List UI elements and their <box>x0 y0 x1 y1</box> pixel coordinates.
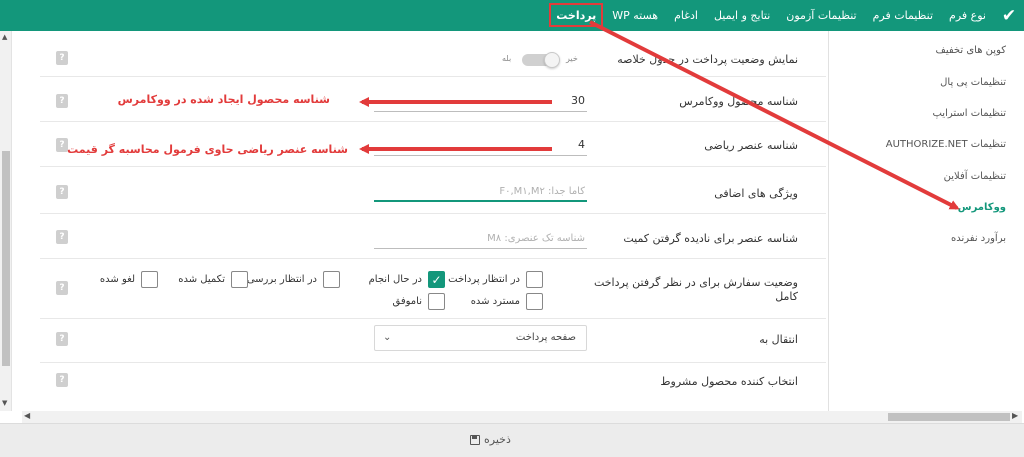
payment-sidebar: کوپن های تخفیف تنظیمات پی پال تنظیمات اس… <box>828 31 1024 411</box>
checkbox-checked[interactable]: ✓ <box>428 271 445 288</box>
tab-payment[interactable]: پرداخت <box>548 0 604 31</box>
tab-quiz-settings[interactable]: تنظیمات آزمون <box>778 0 864 31</box>
checkbox-label: لغو شده <box>99 274 135 285</box>
top-tab-bar: ✔ نوع فرم تنظیمات فرم تنظیمات آزمون نتای… <box>0 0 1024 31</box>
help-icon[interactable]: ? <box>56 185 68 199</box>
setting-row-order-status: وضعیت سفارش برای در نظر گرفتن پرداخت کام… <box>22 259 808 318</box>
footer-bar: ذخیره <box>0 423 1024 457</box>
tab-results-email[interactable]: نتایج و ایمیل <box>706 0 778 31</box>
check-icon[interactable]: ✔ <box>994 0 1024 31</box>
save-label: ذخیره <box>484 433 511 446</box>
checkbox-label: در انتظار بررسی <box>246 274 317 285</box>
checkbox[interactable] <box>141 271 158 288</box>
chevron-down-icon: ⌄ <box>383 332 392 343</box>
checkbox[interactable] <box>231 271 248 288</box>
checkbox[interactable] <box>428 293 445 310</box>
redirect-select[interactable]: صفحه پرداخت ⌄ <box>374 325 587 351</box>
status-option-cancelled[interactable]: لغو شده <box>100 271 158 288</box>
status-option-failed[interactable]: ناموفق <box>393 293 445 310</box>
status-option-processing[interactable]: ✓ در حال انجام <box>369 271 445 288</box>
select-value: صفحه پرداخت <box>515 332 576 343</box>
checkbox[interactable] <box>323 271 340 288</box>
tab-form-type[interactable]: نوع فرم <box>941 0 994 31</box>
setting-row-show-payment: نمایش وضعیت پرداخت در جدول خلاصه خیر بله… <box>22 31 808 76</box>
status-option-on-hold[interactable]: در انتظار بررسی <box>247 271 340 288</box>
sidebar-item-coupons[interactable]: کوپن های تخفیف <box>936 45 1007 56</box>
help-icon[interactable]: ? <box>56 51 68 65</box>
checkbox-label: تکمیل شده <box>178 274 225 285</box>
tab-integration[interactable]: ادغام <box>666 0 706 31</box>
setting-label: شناسه عنصر برای نادیده گرفتن کمیت <box>623 232 798 245</box>
sidebar-item-offline[interactable]: تنظیمات آفلاین <box>944 171 1006 182</box>
woocommerce-settings-panel: نمایش وضعیت پرداخت در جدول خلاصه خیر بله… <box>22 31 826 411</box>
setting-row-extra-attrs: ویژگی های اضافی کاما جدا: F۰,M۱,M۲ ? <box>22 167 808 213</box>
math-id-input[interactable]: 4 <box>374 134 587 156</box>
sidebar-item-estimate[interactable]: برآورد نفرنده <box>951 233 1006 244</box>
horizontal-scrollbar[interactable]: ◀ ▶ <box>22 411 1022 423</box>
checkbox[interactable] <box>526 271 543 288</box>
setting-label: نمایش وضعیت پرداخت در جدول خلاصه <box>617 53 798 66</box>
scroll-right-icon[interactable]: ▶ <box>1012 411 1018 420</box>
vertical-scroll-thumb[interactable] <box>2 151 10 366</box>
checkbox-label: در حال انجام <box>368 274 422 285</box>
sidebar-item-woocommerce[interactable]: ووکامرس <box>958 202 1006 213</box>
scroll-left-icon[interactable]: ◀ <box>24 411 30 420</box>
toggle-yes-label: بله <box>502 54 512 63</box>
checkbox-label: مسترد شده <box>470 296 520 307</box>
help-icon[interactable]: ? <box>56 373 68 387</box>
save-button[interactable]: ذخیره <box>470 433 511 446</box>
setting-label: شناسه محصول ووکامرس <box>679 95 798 108</box>
status-option-pending-payment[interactable]: در انتظار پرداخت <box>448 271 543 288</box>
annotation-product-note: شناسه محصول ایجاد شده در ووکامرس <box>117 93 330 106</box>
setting-label: انتقال به <box>759 333 798 346</box>
help-icon[interactable]: ? <box>56 94 68 108</box>
scroll-down-icon[interactable]: ▼ <box>2 399 7 407</box>
status-option-refunded[interactable]: مسترد شده <box>471 293 543 310</box>
checkbox-label: در انتظار پرداخت <box>448 274 520 285</box>
help-icon[interactable]: ? <box>56 332 68 346</box>
toggle-knob[interactable] <box>544 52 560 68</box>
help-icon[interactable]: ? <box>56 281 68 295</box>
horizontal-scroll-thumb[interactable] <box>888 413 1010 421</box>
setting-row-redirect: انتقال به صفحه پرداخت ⌄ ? <box>22 319 808 362</box>
setting-label-line: وضعیت سفارش برای در نظر گرفتن پرداخت <box>593 276 798 289</box>
checkbox[interactable] <box>526 293 543 310</box>
setting-row-ignore-qty: شناسه عنصر برای نادیده گرفتن کمیت شناسه … <box>22 214 808 258</box>
setting-row-conditional: انتخاب کننده محصول مشروط ? <box>22 363 808 403</box>
ignore-qty-input[interactable]: شناسه تک عنصری: M۸ <box>374 227 587 249</box>
tab-wp-core[interactable]: هسته WP <box>604 0 666 31</box>
annotation-math-note: شناسه عنصر ریاضی حاوی فرمول محاسبه گر قی… <box>67 143 348 156</box>
setting-label: ویژگی های اضافی <box>714 187 798 200</box>
sidebar-item-authorize-net[interactable]: تنظیمات AUTHORIZE.NET <box>886 139 1006 150</box>
help-icon[interactable]: ? <box>56 230 68 244</box>
status-option-completed[interactable]: تکمیل شده <box>178 271 248 288</box>
sidebar-item-paypal[interactable]: تنظیمات پی پال <box>940 77 1006 88</box>
setting-label: انتخاب کننده محصول مشروط <box>660 375 798 388</box>
form-tabs: نوع فرم تنظیمات فرم تنظیمات آزمون نتایج … <box>548 0 994 31</box>
toggle-no-label: خیر <box>566 54 578 63</box>
setting-label: شناسه عنصر ریاضی <box>704 139 798 152</box>
input-placeholder: شناسه تک عنصری: M۸ <box>487 233 585 244</box>
toggle-track[interactable] <box>522 52 560 68</box>
sidebar-item-stripe[interactable]: تنظیمات استرایپ <box>932 108 1006 119</box>
tab-form-settings[interactable]: تنظیمات فرم <box>865 0 941 31</box>
extra-attrs-input[interactable]: کاما جدا: F۰,M۱,M۲ <box>374 180 587 202</box>
scroll-up-icon[interactable]: ▲ <box>2 33 7 41</box>
setting-label: وضعیت سفارش برای در نظر گرفتن پرداخت کام… <box>594 276 798 304</box>
checkbox-label: ناموفق <box>392 296 422 307</box>
product-id-input[interactable]: 30 <box>374 90 587 112</box>
setting-label-line: کامل <box>775 290 798 303</box>
vertical-scrollbar[interactable]: ▲ ▼ <box>0 31 12 411</box>
input-placeholder: کاما جدا: F۰,M۱,M۲ <box>499 186 585 197</box>
floppy-disk-icon <box>470 434 480 445</box>
